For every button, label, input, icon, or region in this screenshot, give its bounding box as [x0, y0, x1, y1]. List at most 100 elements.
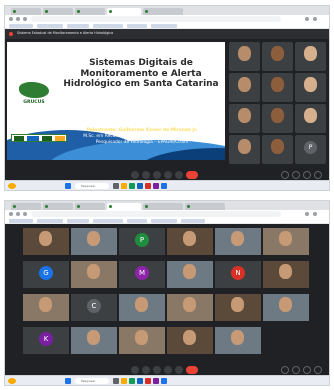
info-button[interactable]: [281, 171, 289, 179]
file-explorer-icon[interactable]: [121, 378, 127, 384]
participant-tile[interactable]: [262, 73, 293, 102]
leave-call-button[interactable]: [186, 171, 198, 179]
bookmark-item[interactable]: [37, 219, 63, 223]
reload-icon[interactable]: [23, 212, 27, 216]
gallery-tile[interactable]: [119, 327, 165, 354]
browser-tab[interactable]: [11, 203, 41, 210]
gallery-tile[interactable]: [167, 327, 213, 354]
bookmark-item[interactable]: [181, 219, 205, 223]
app-icon[interactable]: [161, 378, 167, 384]
gallery-tile[interactable]: K: [23, 327, 69, 354]
app-icon[interactable]: [145, 378, 151, 384]
bookmark-item[interactable]: [67, 24, 89, 28]
weather-icon[interactable]: [8, 378, 16, 384]
gallery-tile[interactable]: [263, 228, 309, 255]
back-icon[interactable]: [9, 212, 13, 216]
info-button[interactable]: [281, 366, 289, 374]
browser-tab[interactable]: [143, 8, 183, 15]
activities-button[interactable]: [314, 366, 322, 374]
edge-icon[interactable]: [137, 378, 143, 384]
browser-tab[interactable]: [43, 8, 73, 15]
app-icon[interactable]: [145, 183, 151, 189]
app-icon[interactable]: [153, 378, 159, 384]
chat-button[interactable]: [303, 366, 311, 374]
bookmark-item[interactable]: [93, 24, 123, 28]
participant-tile[interactable]: [229, 73, 260, 102]
participant-tile[interactable]: P: [295, 135, 326, 164]
edge-icon[interactable]: [137, 183, 143, 189]
gallery-tile[interactable]: [167, 228, 213, 255]
more-options-button[interactable]: [175, 171, 183, 179]
gallery-tile[interactable]: P: [119, 228, 165, 255]
forward-icon[interactable]: [16, 17, 20, 21]
bookmark-item[interactable]: [151, 24, 177, 28]
gallery-tile[interactable]: C: [71, 294, 117, 321]
bookmark-item[interactable]: [127, 24, 147, 28]
gallery-tile[interactable]: M: [119, 261, 165, 288]
participant-tile[interactable]: [229, 42, 260, 71]
gallery-tile[interactable]: [23, 228, 69, 255]
gallery-tile[interactable]: [167, 261, 213, 288]
gallery-tile[interactable]: G: [23, 261, 69, 288]
browser-tab[interactable]: [75, 8, 105, 15]
browser-icon[interactable]: [129, 183, 135, 189]
browser-tab-active[interactable]: [107, 203, 141, 210]
gallery-tile[interactable]: [119, 294, 165, 321]
start-icon[interactable]: [65, 183, 71, 189]
browser-tab[interactable]: [43, 203, 73, 210]
profile-icon[interactable]: [313, 17, 317, 21]
camera-button[interactable]: [142, 366, 150, 374]
camera-button[interactable]: [142, 171, 150, 179]
browser-icon[interactable]: [129, 378, 135, 384]
gallery-tile[interactable]: [215, 294, 261, 321]
gallery-tile[interactable]: [215, 327, 261, 354]
people-button[interactable]: [292, 171, 300, 179]
gallery-tile[interactable]: [71, 261, 117, 288]
task-view-icon[interactable]: [113, 378, 119, 384]
bookmark-item[interactable]: [9, 219, 33, 223]
browser-tab[interactable]: [185, 203, 225, 210]
extensions-icon[interactable]: [305, 212, 309, 216]
participant-tile[interactable]: [262, 135, 293, 164]
participant-tile[interactable]: [229, 135, 260, 164]
activities-button[interactable]: [314, 171, 322, 179]
profile-icon[interactable]: [313, 212, 317, 216]
more-options-button[interactable]: [175, 366, 183, 374]
bookmark-item[interactable]: [151, 219, 177, 223]
participant-tile[interactable]: [229, 104, 260, 133]
bookmark-item[interactable]: [127, 219, 147, 223]
participant-tile[interactable]: [295, 104, 326, 133]
mic-button[interactable]: [131, 171, 139, 179]
gallery-tile[interactable]: N: [215, 261, 261, 288]
file-explorer-icon[interactable]: [121, 183, 127, 189]
reload-icon[interactable]: [23, 17, 27, 21]
bookmark-item[interactable]: [93, 219, 123, 223]
participant-tile[interactable]: [295, 73, 326, 102]
browser-tab[interactable]: [11, 8, 41, 15]
app-icon[interactable]: [153, 183, 159, 189]
captions-button[interactable]: [153, 366, 161, 374]
gallery-tile[interactable]: [23, 294, 69, 321]
present-button[interactable]: [164, 366, 172, 374]
bookmark-item[interactable]: [9, 24, 33, 28]
gallery-tile[interactable]: [263, 294, 309, 321]
participant-tile[interactable]: [295, 42, 326, 71]
chat-button[interactable]: [303, 171, 311, 179]
present-button[interactable]: [164, 171, 172, 179]
people-button[interactable]: [292, 366, 300, 374]
weather-icon[interactable]: [8, 183, 16, 189]
captions-button[interactable]: [153, 171, 161, 179]
gallery-tile[interactable]: [167, 294, 213, 321]
bookmark-item[interactable]: [37, 24, 63, 28]
extensions-icon[interactable]: [305, 17, 309, 21]
taskbar-search[interactable]: Pesquisar: [75, 183, 109, 189]
browser-tab[interactable]: [143, 203, 183, 210]
task-view-icon[interactable]: [113, 183, 119, 189]
browser-tab-active[interactable]: [107, 8, 141, 15]
forward-icon[interactable]: [16, 212, 20, 216]
bookmark-item[interactable]: [67, 219, 89, 223]
app-icon[interactable]: [161, 183, 167, 189]
browser-tab[interactable]: [75, 203, 105, 210]
start-icon[interactable]: [65, 378, 71, 384]
gallery-tile[interactable]: [263, 261, 309, 288]
